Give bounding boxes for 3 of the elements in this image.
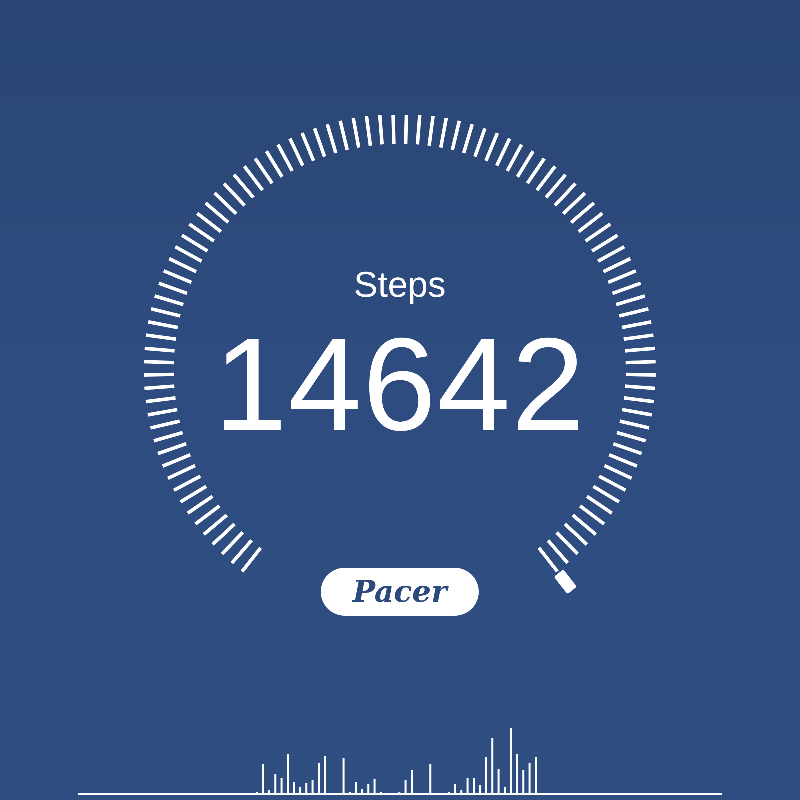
steps-label: Steps (354, 265, 446, 305)
brand-badge[interactable]: Pacer (321, 568, 479, 616)
step-count: 14642 (214, 315, 586, 455)
